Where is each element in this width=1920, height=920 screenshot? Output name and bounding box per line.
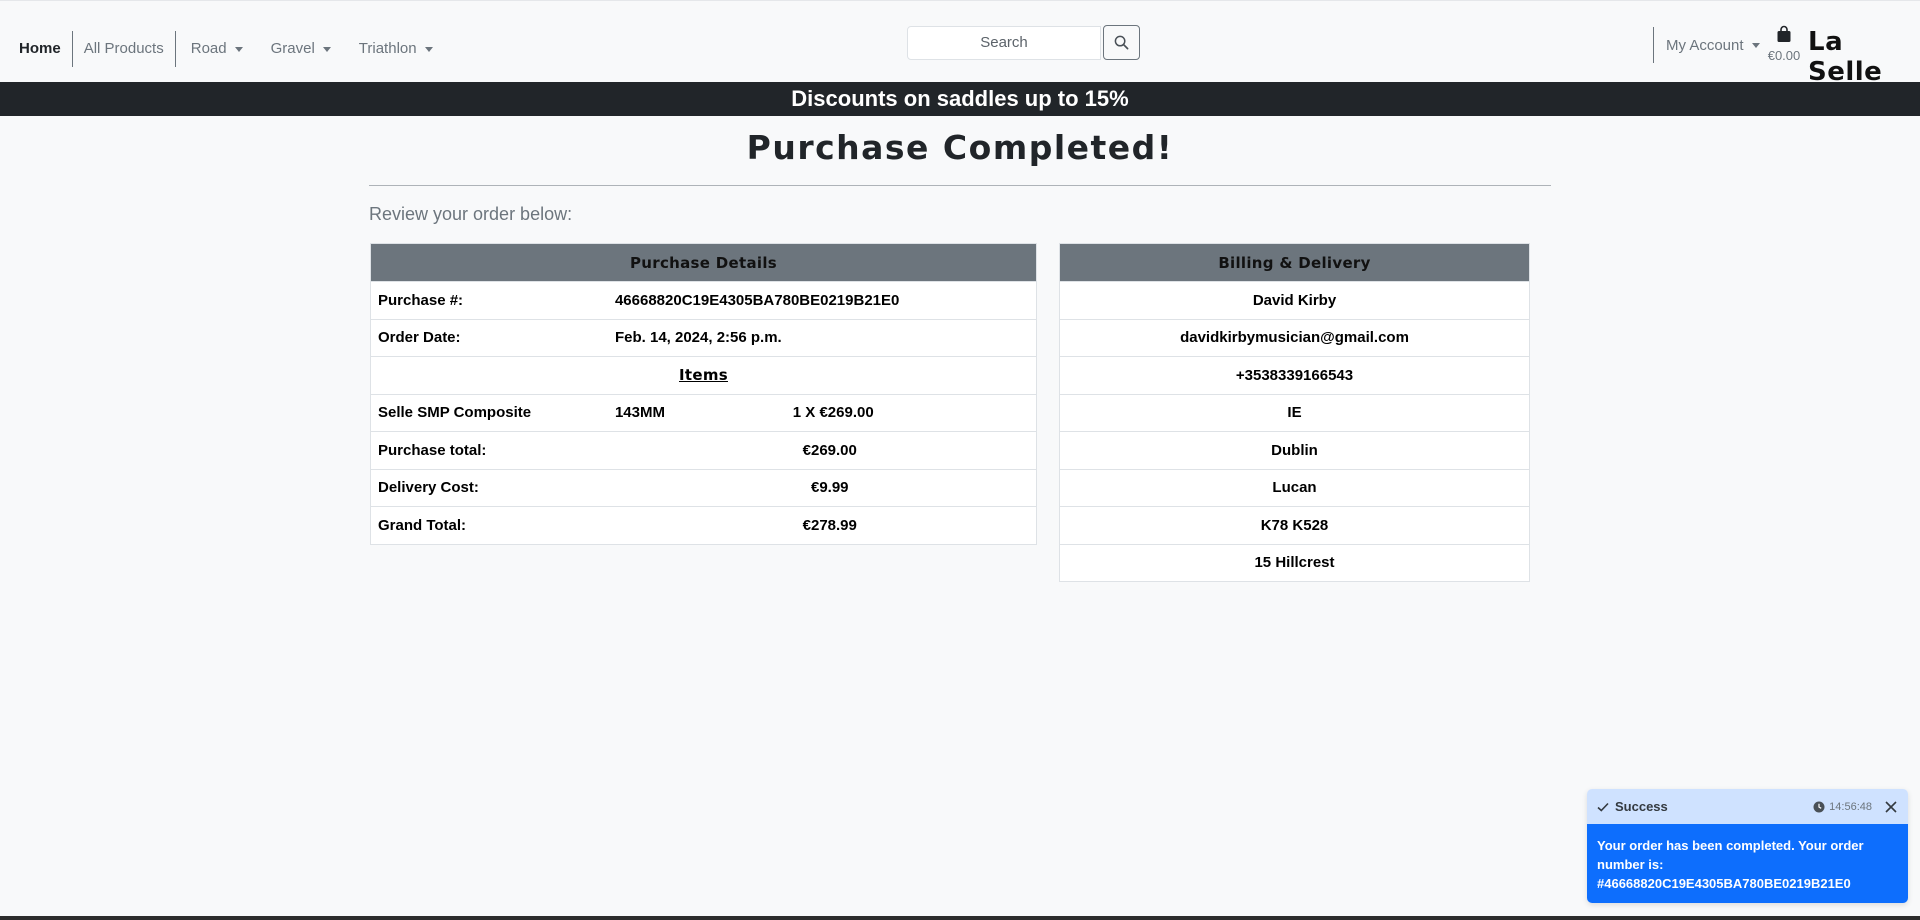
search-icon <box>1114 35 1129 50</box>
promo-banner: Discounts on saddles up to 15% <box>0 82 1920 116</box>
purchase-details-heading: Purchase Details <box>370 243 1037 282</box>
purchase-total-value: €269.00 <box>802 441 857 459</box>
shopping-bag-link[interactable]: €0.00 <box>1766 25 1802 63</box>
item-row: Selle SMP Composite 143MM 1 X €269.00 <box>369 393 1037 432</box>
table-row: Delivery Cost: €9.99 <box>369 468 1037 507</box>
nav-gravel-dropdown[interactable]: Gravel <box>264 35 338 63</box>
divider <box>369 185 1551 186</box>
top-navbar: Home All Products Road Gravel Triathlon <box>0 0 1920 87</box>
nav-triathlon-dropdown[interactable]: Triathlon <box>352 35 440 63</box>
order-date-label: Order Date: <box>369 318 608 357</box>
table-row: 15 Hillcrest <box>1059 543 1530 582</box>
caret-down-icon <box>1751 42 1760 48</box>
bottom-edge <box>0 916 1920 920</box>
item-size: 143MM <box>607 393 786 432</box>
nav-road-label: Road <box>190 40 227 57</box>
purchase-number: 46668820C19E4305BA780BE0219B21E0 <box>607 281 1037 320</box>
success-toast: Success 14:56:48 Your order has been com… <box>1587 789 1908 903</box>
billing-town: Lucan <box>1059 468 1530 507</box>
clock-icon <box>1813 801 1825 812</box>
delivery-cost-label: Delivery Cost: <box>369 468 608 507</box>
table-row: K78 K528 <box>1059 506 1530 545</box>
nav-road-dropdown[interactable]: Road <box>184 35 250 63</box>
table-row: Order Date: Feb. 14, 2024, 2:56 p.m. <box>369 318 1037 357</box>
billing-street: 15 Hillcrest <box>1059 543 1530 582</box>
billing-country: IE <box>1059 393 1530 432</box>
search-form <box>907 25 1140 60</box>
table-row: Items <box>370 356 1037 395</box>
table-row: +3538339166543 <box>1059 356 1530 395</box>
purchase-total-label: Purchase total: <box>369 431 608 470</box>
billing-delivery-table: Billing & Delivery David Kirby davidkirb… <box>1059 243 1530 582</box>
delivery-cost-value: €9.99 <box>810 479 849 497</box>
table-row: Grand Total: €278.99 <box>369 506 1037 545</box>
order-date: Feb. 14, 2024, 2:56 p.m. <box>607 318 1037 357</box>
toast-message: Your order has been completed. Your orde… <box>1587 824 1908 903</box>
nav-all-products-link[interactable]: All Products <box>77 35 171 63</box>
billing-delivery-heading: Billing & Delivery <box>1059 243 1530 282</box>
main-nav: Home All Products Road Gravel Triathlon <box>19 31 440 67</box>
table-row: Lucan <box>1059 468 1530 507</box>
nav-divider <box>1653 27 1654 63</box>
search-button[interactable] <box>1103 25 1140 60</box>
caret-down-icon <box>234 46 243 52</box>
close-icon[interactable] <box>1884 800 1898 814</box>
table-row: Purchase total: €269.00 <box>369 431 1037 470</box>
table-row: Purchase #: 46668820C19E4305BA780BE0219B… <box>369 281 1037 320</box>
toast-time-text: 14:56:48 <box>1829 800 1872 813</box>
toast-timestamp: 14:56:48 <box>1813 801 1872 813</box>
shopping-bag-icon <box>1777 25 1791 42</box>
nav-divider <box>71 31 73 67</box>
table-row: David Kirby <box>1059 281 1530 320</box>
search-input[interactable] <box>907 25 1101 60</box>
table-row: davidkirbymusician@gmail.com <box>1059 318 1530 357</box>
toast-title: Success <box>1615 799 1668 814</box>
billing-phone: +3538339166543 <box>1059 356 1530 395</box>
nav-divider <box>174 31 176 67</box>
table-row: IE <box>1059 393 1530 432</box>
grand-total-value: €278.99 <box>802 516 857 534</box>
items-heading: Items <box>370 356 1037 395</box>
billing-email: davidkirbymusician@gmail.com <box>1059 318 1530 357</box>
nav-home-link[interactable]: Home <box>19 35 68 63</box>
review-text: Review your order below: <box>369 204 573 224</box>
billing-postcode: K78 K528 <box>1059 506 1530 545</box>
billing-name: David Kirby <box>1059 281 1530 320</box>
my-account-label: My Account <box>1666 36 1744 54</box>
billing-county: Dublin <box>1059 431 1530 470</box>
brand-logo[interactable]: La Selle <box>1808 27 1920 87</box>
caret-down-icon <box>424 46 433 52</box>
bag-total: €0.00 <box>1767 48 1801 63</box>
toast-header: Success 14:56:48 <box>1587 789 1908 824</box>
account-area: My Account <box>1649 25 1768 65</box>
check-icon <box>1597 802 1609 812</box>
item-quantity-price: 1 X €269.00 <box>785 393 1037 432</box>
my-account-dropdown[interactable]: My Account <box>1658 27 1768 63</box>
caret-down-icon <box>322 46 331 52</box>
page-title: Purchase Completed! <box>746 128 1174 167</box>
table-row: Dublin <box>1059 431 1530 470</box>
item-name: Selle SMP Composite <box>369 393 608 432</box>
grand-total-label: Grand Total: <box>369 506 608 545</box>
nav-gravel-label: Gravel <box>270 40 315 57</box>
purchase-details-table: Purchase Details Purchase #: 46668820C19… <box>369 243 1037 545</box>
purchase-number-label: Purchase #: <box>369 281 608 320</box>
nav-triathlon-label: Triathlon <box>358 40 417 57</box>
